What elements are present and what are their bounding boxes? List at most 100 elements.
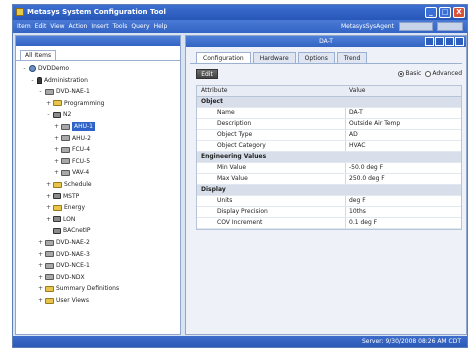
tree-item[interactable]: + DVD-NDX — [38, 273, 85, 282]
tree-item[interactable]: + Schedule — [46, 180, 92, 189]
radio-label: Basic — [405, 70, 422, 77]
table-row[interactable]: Display Precision 10ths — [197, 207, 461, 218]
view-mode-basic[interactable]: Basic — [398, 69, 421, 79]
table-row[interactable]: Object Category HVAC — [197, 141, 461, 152]
expand-toggle[interactable]: - — [38, 87, 43, 96]
menu-item-tools[interactable]: Tools — [111, 23, 130, 30]
menu-item-view[interactable]: View — [48, 23, 66, 30]
tab-options[interactable]: Options — [297, 52, 335, 63]
menu-item-help[interactable]: Help — [152, 23, 170, 30]
menu-item-action[interactable]: Action — [67, 23, 90, 30]
attribute-value: 0.1 deg F — [349, 219, 378, 226]
tree-item[interactable]: - DVDDemo — [22, 64, 69, 73]
tree-item[interactable]: + AHU-1 — [54, 122, 95, 131]
table-row[interactable]: Object Type AD — [197, 130, 461, 141]
menu-item-query[interactable]: Query — [129, 23, 151, 30]
tree-item-label: DVD-NCE-1 — [56, 262, 90, 270]
minimize-button[interactable]: _ — [425, 7, 437, 18]
status-text: Server: 9/30/2008 08:26 AM CDT — [361, 338, 461, 345]
view-mode-options: Basic Advanced — [398, 69, 462, 79]
expand-toggle[interactable]: + — [54, 157, 59, 166]
view-mode-advanced[interactable]: Advanced — [425, 69, 462, 79]
expand-toggle[interactable]: - — [22, 64, 27, 73]
tree-item[interactable]: + DVD-NCE-1 — [38, 261, 90, 270]
table-row[interactable]: COV Increment 0.1 deg F — [197, 218, 461, 229]
radio-button[interactable] — [398, 70, 405, 77]
tree-item[interactable]: + DVD-NAE-2 — [38, 238, 90, 247]
tree-item[interactable]: + VAV-4 — [54, 168, 89, 177]
expand-toggle[interactable]: + — [46, 192, 51, 201]
table-row[interactable]: Min Value -50.0 deg F — [197, 163, 461, 174]
link-icon — [53, 111, 61, 118]
attribute-name: Max Value — [217, 175, 248, 182]
navigation-pane-header — [16, 36, 180, 46]
expand-toggle[interactable]: + — [54, 145, 59, 154]
tree-item[interactable]: BACnetIP — [46, 226, 91, 235]
panel-lock-button[interactable] — [425, 37, 434, 46]
close-button[interactable]: X — [453, 7, 465, 18]
table-row[interactable]: Description Outside Air Temp — [197, 119, 461, 130]
expand-toggle[interactable]: + — [38, 284, 43, 293]
tree-item[interactable]: + LON — [46, 215, 75, 224]
attribute-value: -50.0 deg F — [349, 164, 384, 171]
search-input[interactable] — [399, 22, 433, 31]
expand-toggle[interactable]: + — [38, 273, 43, 282]
expand-toggle[interactable]: + — [38, 261, 43, 270]
column-header-value[interactable]: Value — [349, 86, 365, 96]
tree-item[interactable]: + MSTP — [46, 192, 79, 201]
table-row[interactable]: Units deg F — [197, 196, 461, 207]
status-bar: Server: 9/30/2008 08:26 AM CDT — [13, 336, 467, 347]
table-row[interactable]: Max Value 250.0 deg F — [197, 174, 461, 185]
folder-icon — [53, 204, 62, 211]
tree-item[interactable]: + Programming — [46, 99, 104, 108]
tree-item[interactable]: - DVD-NAE-1 — [38, 87, 89, 96]
display-panel: DA-T Configuration Hardware Options Trend E… — [185, 35, 467, 335]
tree-item[interactable]: - N2 — [46, 110, 71, 119]
menu-item-insert[interactable]: Insert — [89, 23, 110, 30]
tree-item-label: AHU-2 — [72, 134, 91, 142]
grid-header: Attribute Value — [197, 86, 461, 97]
expand-toggle[interactable]: - — [30, 76, 35, 85]
expand-toggle[interactable]: + — [38, 296, 43, 305]
tree-item[interactable]: + FCU-4 — [54, 145, 90, 154]
link-icon — [53, 193, 61, 200]
tree-item[interactable]: + Summary Definitions — [38, 284, 119, 293]
maximize-button[interactable]: □ — [439, 7, 451, 18]
group-header: Engineering Values — [197, 152, 461, 163]
tree-item-label: DVD-NAE-3 — [56, 250, 90, 258]
edit-button[interactable]: Edit — [196, 69, 218, 79]
tree-item[interactable]: - Administration — [30, 76, 88, 85]
expand-toggle[interactable]: + — [54, 168, 59, 177]
menu-item-edit[interactable]: Edit — [33, 23, 49, 30]
attribute-name: Name — [217, 109, 235, 116]
panel-restore-button[interactable] — [435, 37, 444, 46]
expand-toggle[interactable]: + — [38, 250, 43, 259]
tree-item[interactable]: + Energy — [46, 203, 85, 212]
attribute-name: Object Category — [217, 142, 266, 149]
expand-toggle[interactable]: + — [46, 180, 51, 189]
tab-hardware[interactable]: Hardware — [252, 52, 296, 63]
table-row[interactable]: Name DA-T — [197, 108, 461, 119]
expand-toggle[interactable]: + — [46, 99, 51, 108]
tree-item[interactable]: + DVD-NAE-3 — [38, 250, 90, 259]
panel-maximize-button[interactable] — [445, 37, 454, 46]
expand-toggle[interactable]: + — [38, 238, 43, 247]
globe-icon — [29, 65, 36, 72]
radio-button[interactable] — [425, 70, 432, 77]
tab-trend[interactable]: Trend — [336, 52, 368, 63]
tab-configuration[interactable]: Configuration — [196, 52, 251, 63]
expand-toggle[interactable]: + — [54, 122, 59, 131]
tree-item[interactable]: + FCU-5 — [54, 157, 90, 166]
expand-toggle[interactable]: + — [46, 215, 51, 224]
column-header-attribute[interactable]: Attribute — [201, 86, 228, 96]
panel-close-button[interactable] — [455, 37, 464, 46]
tree-item[interactable]: + AHU-2 — [54, 134, 91, 143]
attribute-value: 10ths — [349, 208, 366, 215]
expand-toggle[interactable]: + — [54, 134, 59, 143]
tree-item[interactable]: + User Views — [38, 296, 89, 305]
expand-toggle[interactable]: - — [46, 110, 51, 119]
attribute-name: Units — [217, 197, 233, 204]
expand-toggle[interactable]: + — [46, 203, 51, 212]
search-button[interactable] — [437, 22, 463, 31]
menu-item-item[interactable]: Item — [15, 23, 33, 30]
